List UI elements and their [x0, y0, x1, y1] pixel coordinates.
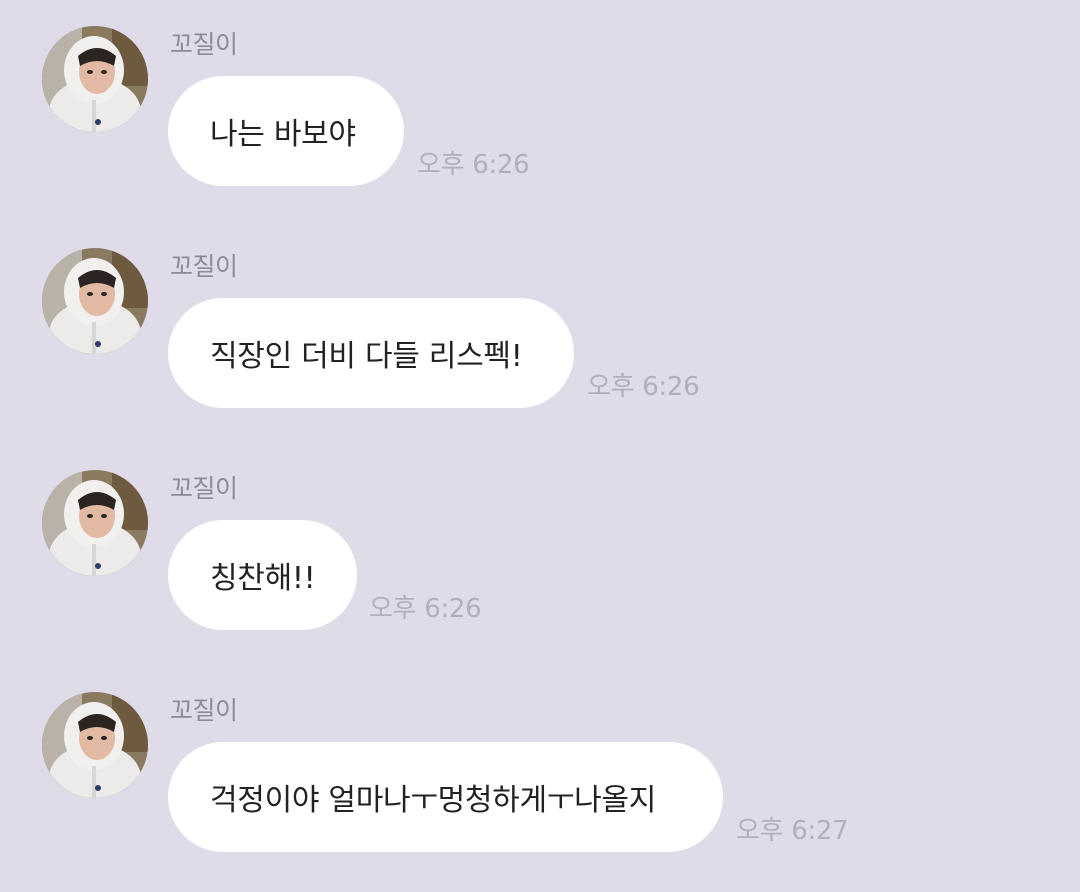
message-row: 꼬질이 칭찬해!! 오후 6:26 [0, 470, 1080, 670]
message-bubble[interactable]: 걱정이야 얼마나ㅜ멍청하게ㅜ나올지 [168, 742, 723, 852]
message-bubble[interactable]: 나는 바보야 [168, 76, 404, 186]
sender-avatar[interactable] [42, 26, 148, 132]
message-bubble[interactable]: 칭찬해!! [168, 520, 357, 630]
sender-avatar[interactable] [42, 248, 148, 354]
chat-message-list: 꼬질이 나는 바보야 오후 6:26 꼬질이 직장인 더비 다들 리스펙! 오후… [0, 0, 1080, 878]
profile-photo-icon [42, 470, 148, 576]
message-timestamp: 오후 6:26 [417, 150, 530, 180]
profile-photo-icon [42, 248, 148, 354]
message-timestamp: 오후 6:26 [369, 594, 482, 624]
message-timestamp: 오후 6:26 [587, 372, 700, 402]
sender-name: 꼬질이 [170, 252, 238, 281]
sender-name: 꼬질이 [170, 30, 238, 59]
profile-photo-icon [42, 692, 148, 798]
sender-name: 꼬질이 [170, 696, 238, 725]
message-timestamp: 오후 6:27 [736, 816, 849, 846]
profile-photo-icon [42, 26, 148, 132]
sender-name: 꼬질이 [170, 474, 238, 503]
message-row: 꼬질이 직장인 더비 다들 리스펙! 오후 6:26 [0, 248, 1080, 448]
message-bubble[interactable]: 직장인 더비 다들 리스펙! [168, 298, 574, 408]
message-row: 꼬질이 나는 바보야 오후 6:26 [0, 26, 1080, 226]
sender-avatar[interactable] [42, 470, 148, 576]
message-row: 꼬질이 걱정이야 얼마나ㅜ멍청하게ㅜ나올지 오후 6:27 [0, 692, 1080, 892]
sender-avatar[interactable] [42, 692, 148, 798]
